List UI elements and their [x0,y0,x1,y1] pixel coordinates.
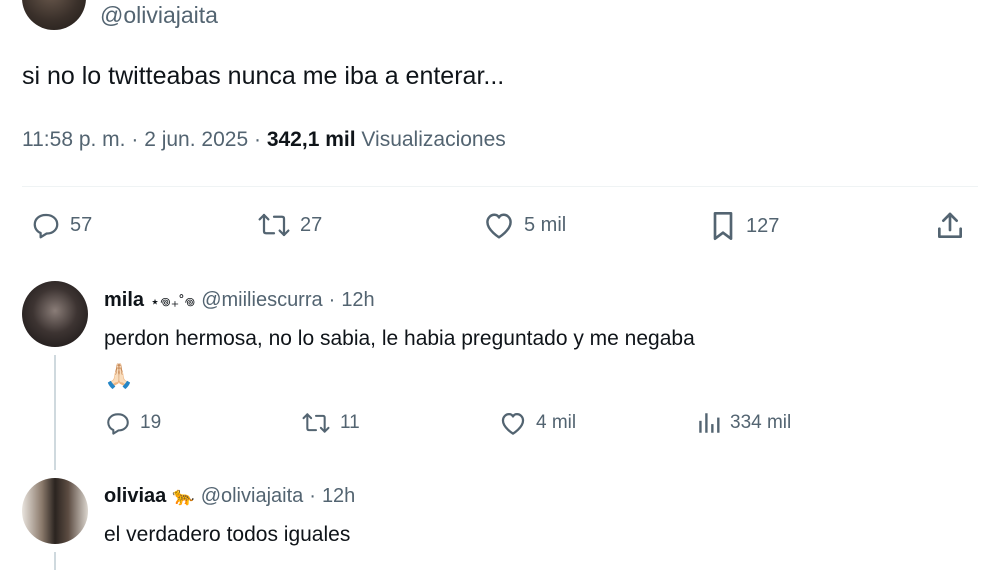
reply-time[interactable]: 12h [322,485,355,508]
tweet-meta: 11:58 p. m. · 2 jun. 2025 · 342,1 mil Vi… [22,128,506,152]
reply-views-button[interactable]: 334 mil [696,410,791,436]
heart-icon [501,413,525,435]
reply-author-name[interactable]: oliviaa [104,485,166,508]
meta-separator: · [253,128,261,151]
views-bar-chart-icon [699,413,720,433]
views-label: Visualizaciones [361,128,506,151]
reply-count: 19 [140,412,162,433]
like-count: 4 mil [536,412,577,433]
reply-icon [107,413,129,435]
reply-retweet-button[interactable]: 11 [300,410,360,436]
meta-separator: · [131,128,139,151]
reply-text: perdon hermosa, no lo sabia, le habia pr… [104,327,695,350]
author-handle[interactable]: @oliviajaita [100,2,218,29]
divider [22,186,978,187]
reply-text: el verdadero todos iguales [104,523,351,546]
meta-separator: · [328,289,336,311]
praying-hands-emoji: 🙏🏻 [104,363,134,390]
reply-author-name[interactable]: mila [104,289,144,312]
thread-line [54,552,56,570]
reply-author-name-decor: ⋆𖦹₊˚𖦹 [150,293,196,311]
meta-separator: · [309,485,316,507]
reply-avatar[interactable] [22,478,88,544]
reply-time[interactable]: 12h [341,289,374,312]
retweet-button[interactable]: 27 [256,210,322,240]
reply-like-button[interactable]: 4 mil [498,410,576,436]
reply-icon [33,213,59,239]
heart-icon [486,213,512,239]
retweet-count: 11 [340,412,360,433]
reply-avatar[interactable] [22,281,88,347]
bookmark-count: 127 [746,214,780,237]
retweet-icon [258,213,290,237]
share-button[interactable] [934,210,966,242]
retweet-icon [302,413,330,433]
leopard-emoji: 🐆 [172,486,195,506]
share-icon [938,212,962,238]
reply-button[interactable]: 57 [30,210,92,240]
reply-count: 57 [70,213,93,236]
views-count: 342,1 mil [266,128,356,151]
author-avatar[interactable] [22,0,86,30]
like-button[interactable]: 5 mil [482,210,566,240]
tweet-date[interactable]: 2 jun. 2025 [144,128,248,151]
retweet-count: 27 [300,213,323,236]
tweet-text: si no lo twitteabas nunca me iba a enter… [22,62,505,90]
reply-author-handle[interactable]: @miiliescurra [201,289,322,312]
bookmark-icon [713,212,733,240]
reply-header: oliviaa 🐆 @oliviajaita · 12h [104,485,355,508]
like-count: 5 mil [524,213,567,236]
reply-author-handle[interactable]: @oliviajaita [201,485,304,508]
reply-header: mila ⋆𖦹₊˚𖦹 @miiliescurra · 12h [104,289,375,312]
views-count: 334 mil [730,412,792,433]
bookmark-button[interactable]: 127 [708,210,779,242]
reply-reply-button[interactable]: 19 [104,410,161,436]
tweet-time[interactable]: 11:58 p. m. [22,128,126,151]
thread-line [54,355,56,470]
